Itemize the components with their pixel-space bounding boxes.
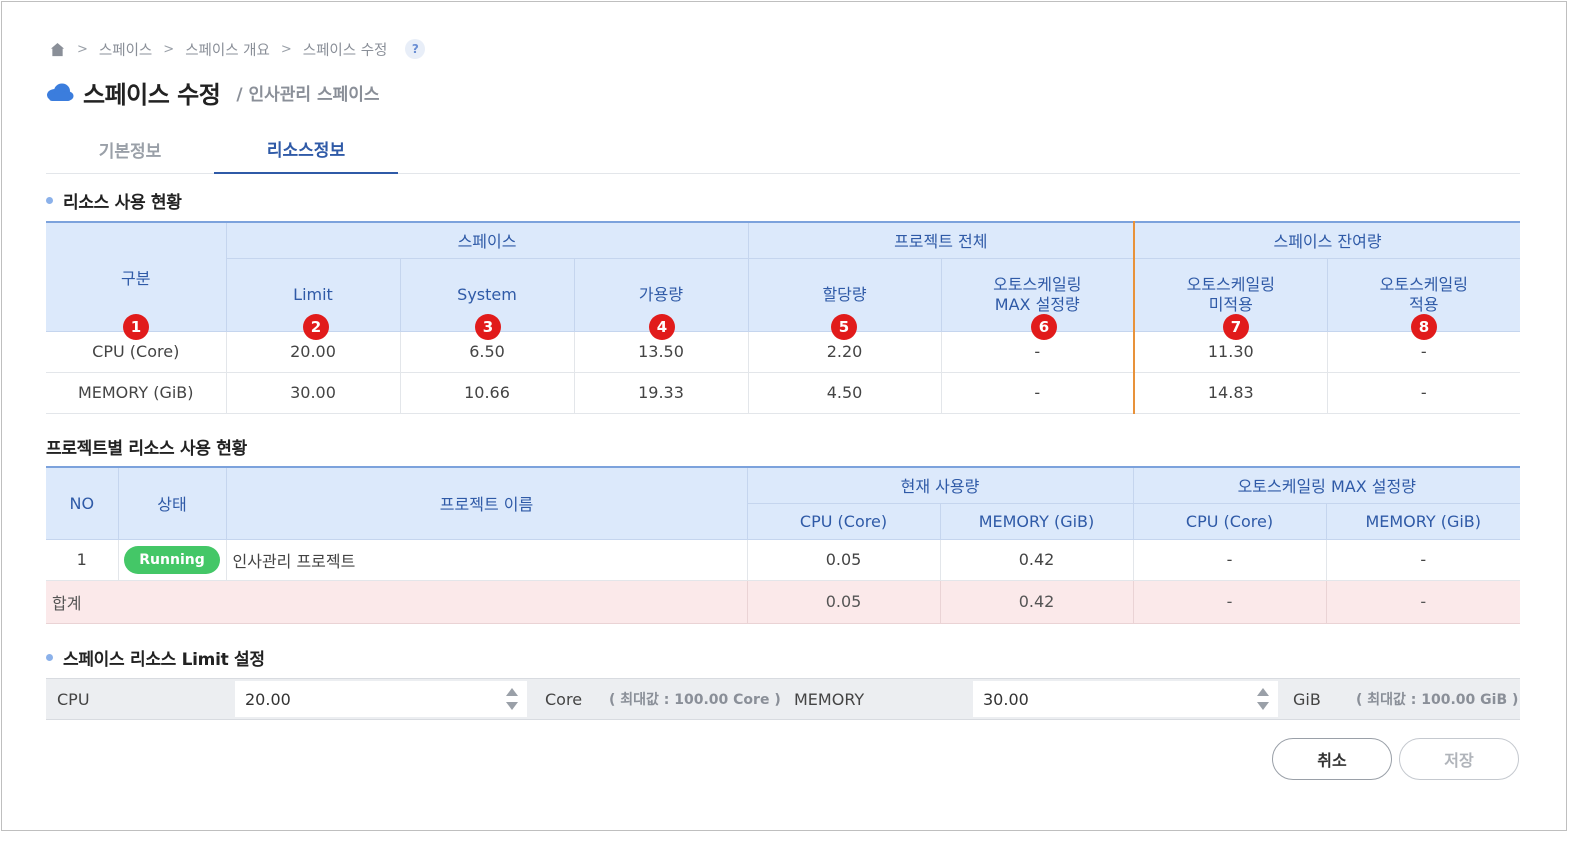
col-header-project-name: 프로젝트 이름: [225, 466, 748, 540]
section-title-project-usage: 프로젝트별 리소스 사용 현황: [46, 434, 247, 459]
breadcrumb-item-space[interactable]: 스페이스: [99, 39, 152, 60]
col-header-status: 상태: [117, 466, 227, 540]
col-header-no: NO: [46, 466, 119, 540]
annotation-marker-1: 1: [123, 314, 149, 340]
total-max-memory: -: [1325, 579, 1520, 624]
cell-project-name[interactable]: 인사관리 프로젝트: [225, 538, 748, 581]
chevron-right-icon: >: [77, 41, 88, 57]
memory-limit-input[interactable]: 30.00: [973, 681, 1278, 717]
col-header-max-cpu: CPU (Core): [1132, 502, 1327, 540]
annotation-marker-2: 2: [303, 314, 329, 340]
col-header-line: 오토스케일링: [1186, 274, 1275, 294]
breadcrumb-item-space-edit: 스페이스 수정: [302, 42, 388, 59]
cell-status: Running: [117, 538, 227, 581]
total-max-cpu: -: [1132, 579, 1327, 624]
annotation-marker-5: 5: [831, 314, 857, 340]
breadcrumb-item-space-overview[interactable]: 스페이스 개요: [185, 39, 270, 60]
total-current-cpu: 0.05: [746, 579, 941, 624]
cancel-button[interactable]: 취소: [1272, 738, 1392, 780]
home-icon[interactable]: [48, 40, 66, 58]
tab-basic-info[interactable]: 기본정보: [46, 124, 214, 174]
total-current-memory: 0.42: [939, 579, 1134, 624]
cell-current-memory: 0.42: [939, 538, 1134, 581]
cell-max-cpu: -: [1132, 538, 1327, 581]
annotation-marker-6: 6: [1031, 314, 1057, 340]
col-header-line: 적용: [1409, 294, 1439, 314]
bullet-icon: [46, 653, 53, 661]
group-header-autoscale-max: 오토스케일링 MAX 설정량: [1132, 466, 1520, 504]
cell-current-cpu: 0.05: [746, 538, 941, 581]
total-row: 합계 0.05 0.42 - -: [46, 579, 1520, 624]
page-subtitle: / 인사관리 스페이스: [236, 84, 380, 105]
section-title-limit-setting: 스페이스 리소스 Limit 설정: [46, 645, 265, 670]
col-header-line: 오토스케일링: [1379, 274, 1468, 294]
cell-limit: 30.00: [225, 371, 401, 414]
annotation-marker-7: 7: [1223, 314, 1249, 340]
total-label: 합계: [46, 579, 748, 624]
cpu-limit-input[interactable]: 20.00: [235, 681, 527, 717]
chevron-right-icon: >: [280, 41, 292, 57]
cell-autoscale-max: -: [940, 371, 1135, 414]
save-button[interactable]: 저장: [1399, 738, 1519, 780]
section-title-resource-usage: 리소스 사용 현황: [46, 188, 182, 213]
cell-allocated: 4.50: [747, 371, 942, 414]
cell-not-applied: 14.83: [1133, 371, 1328, 414]
cpu-label: CPU: [57, 689, 90, 709]
limit-setting-row: CPU 20.00 Core ( 최대값 : 100.00 Core ) MEM…: [46, 678, 1520, 720]
col-header-line: 미적용: [1208, 294, 1253, 314]
cloud-icon: [47, 83, 74, 101]
chevron-right-icon: >: [163, 41, 175, 57]
cell-system: 10.66: [399, 371, 575, 414]
cell-max-memory: -: [1325, 538, 1520, 581]
col-header-max-memory: MEMORY (GiB): [1325, 502, 1520, 540]
annotation-marker-4: 4: [649, 314, 675, 340]
col-header-line: MAX 설정량: [994, 294, 1080, 314]
memory-unit: GiB: [1293, 689, 1321, 709]
tab-resource-info[interactable]: 리소스정보: [214, 124, 398, 174]
cell-applied: -: [1326, 371, 1521, 414]
project-usage-table: NO 상태 프로젝트 이름 현재 사용량 오토스케일링 MAX 설정량 CPU …: [46, 466, 1520, 624]
section-title-text: 스페이스 리소스 Limit 설정: [63, 649, 265, 670]
memory-limit-value[interactable]: 30.00: [983, 690, 1029, 709]
cell-no: 1: [46, 538, 119, 581]
spinner-icon[interactable]: [1256, 686, 1270, 712]
cpu-max-note: ( 최대값 : 100.00 Core ): [609, 692, 781, 708]
col-header-line: 오토스케일링: [993, 274, 1082, 294]
help-icon[interactable]: ?: [405, 39, 426, 59]
table-row: CPU (Core) 20.00 6.50 13.50 2.20 - 11.30…: [46, 330, 1521, 373]
cpu-limit-value[interactable]: 20.00: [245, 690, 291, 709]
table-row: MEMORY (GiB) 30.00 10.66 19.33 4.50 - 14…: [46, 371, 1521, 414]
page-header: 스페이스 수정 / 인사관리 스페이스: [46, 76, 380, 109]
annotation-marker-8: 8: [1411, 314, 1437, 340]
table-row[interactable]: 1 Running 인사관리 프로젝트 0.05 0.42 - -: [46, 538, 1520, 581]
page-title: 스페이스 수정: [83, 80, 221, 109]
col-header-current-cpu: CPU (Core): [747, 502, 941, 540]
section-title-text: 프로젝트별 리소스 사용 현황: [46, 438, 247, 459]
group-header-space-remaining: 스페이스 잔여량: [1133, 221, 1521, 259]
col-header-current-memory: MEMORY (GiB): [939, 502, 1134, 540]
tab-bar: 기본정보 리소스정보: [46, 124, 1520, 174]
annotation-marker-3: 3: [475, 314, 501, 340]
status-badge: Running: [124, 545, 220, 574]
cell-available: 19.33: [573, 371, 749, 414]
row-label: MEMORY (GiB): [46, 371, 227, 414]
group-header-current-usage: 현재 사용량: [746, 466, 1134, 504]
section-title-text: 리소스 사용 현황: [63, 192, 182, 213]
bullet-icon: [46, 196, 53, 204]
spinner-icon[interactable]: [505, 686, 519, 712]
memory-max-note: ( 최대값 : 100.00 GiB ): [1356, 692, 1519, 708]
group-header-space: 스페이스: [225, 221, 749, 259]
resource-usage-table: 구분 스페이스 프로젝트 전체 스페이스 잔여량 Limit System 가용…: [46, 221, 1521, 414]
group-header-project-total: 프로젝트 전체: [747, 221, 1135, 259]
memory-label: MEMORY: [794, 689, 865, 709]
breadcrumb: > 스페이스 > 스페이스 개요 > 스페이스 수정 ?: [48, 38, 426, 60]
cpu-unit: Core: [545, 689, 583, 709]
